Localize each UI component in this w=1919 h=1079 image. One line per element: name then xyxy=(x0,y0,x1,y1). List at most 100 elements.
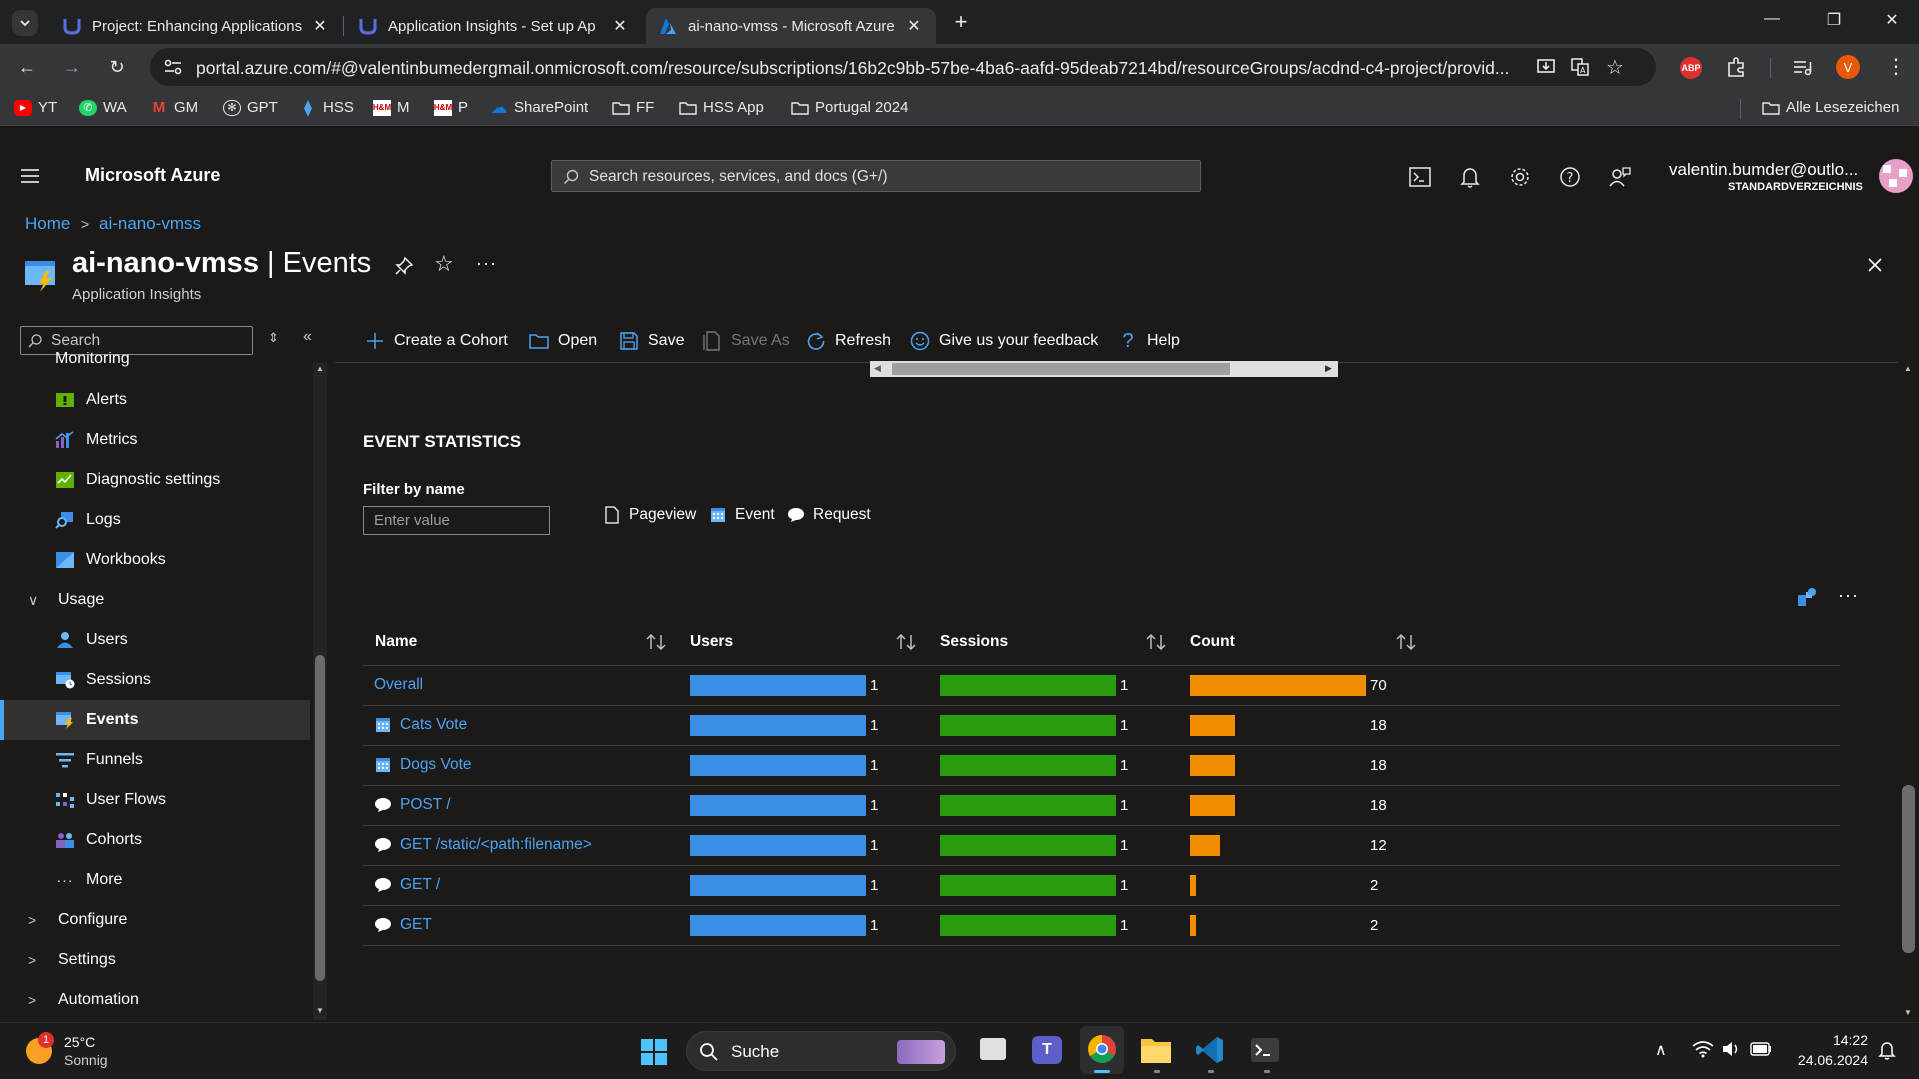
vscode-icon[interactable] xyxy=(1195,1035,1225,1065)
taskbar-search[interactable]: Suche xyxy=(686,1031,956,1071)
bookmark-folder-portugal[interactable]: Portugal 2024 xyxy=(791,99,908,116)
media-queue-icon[interactable] xyxy=(1792,57,1814,77)
column-header-users[interactable]: Users xyxy=(690,633,733,651)
nav-item-sessions[interactable]: Sessions xyxy=(0,660,310,700)
restore-icon[interactable]: ❐ xyxy=(1824,10,1844,30)
bookmark-gpt[interactable]: ✻ GPT xyxy=(223,99,278,116)
column-header-name[interactable]: Name xyxy=(375,633,417,651)
cloud-shell-icon[interactable] xyxy=(1407,165,1433,189)
account-avatar[interactable] xyxy=(1879,159,1913,193)
pin-icon[interactable] xyxy=(394,256,414,276)
help-button[interactable]: ? Help xyxy=(1117,328,1179,354)
sort-arrows-icon[interactable] xyxy=(645,632,667,652)
pin-to-dashboard-icon[interactable] xyxy=(1797,587,1817,607)
settings-gear-icon[interactable] xyxy=(1507,165,1533,189)
feedback-person-icon[interactable] xyxy=(1607,165,1633,189)
terminal-icon[interactable] xyxy=(1250,1036,1280,1064)
nav-item-cohorts[interactable]: Cohorts xyxy=(0,820,310,860)
main-scrollbar-thumb[interactable] xyxy=(1902,785,1915,953)
help-question-icon[interactable]: ? xyxy=(1557,165,1583,189)
close-blade-icon[interactable] xyxy=(1867,257,1883,273)
bookmark-gm[interactable]: M GM xyxy=(150,99,198,116)
clock-date[interactable]: 24.06.2024 xyxy=(1790,1052,1868,1068)
save-button[interactable]: Save xyxy=(618,328,684,354)
forward-arrow-icon[interactable]: → xyxy=(61,56,83,78)
collapse-nav-icon[interactable]: « xyxy=(303,328,312,346)
browser-menu-icon[interactable]: ⋮ xyxy=(1886,54,1906,79)
sort-arrows-icon[interactable] xyxy=(1145,632,1167,652)
extensions-puzzle-icon[interactable] xyxy=(1725,56,1747,78)
teams-icon[interactable]: T xyxy=(1032,1036,1062,1064)
nav-item-logs[interactable]: Logs xyxy=(0,500,310,540)
browser-tab-1[interactable]: Project: Enhancing Applications ✕ xyxy=(50,8,344,44)
close-icon[interactable]: ✕ xyxy=(610,16,630,36)
table-more-options-icon[interactable]: ··· xyxy=(1838,585,1859,606)
nav-item-metrics[interactable]: Metrics xyxy=(0,420,310,460)
sort-arrows-icon[interactable] xyxy=(895,632,917,652)
nav-item-alerts[interactable]: Alerts xyxy=(0,380,310,420)
close-icon[interactable]: ✕ xyxy=(310,16,330,36)
wifi-icon[interactable] xyxy=(1692,1040,1714,1058)
azure-brand[interactable]: Microsoft Azure xyxy=(85,165,220,186)
nav-item-diagnostic-settings[interactable]: Diagnostic settings xyxy=(0,460,310,500)
weather-widget[interactable]: 1 25°C Sonnig xyxy=(26,1032,156,1072)
filter-by-name-input[interactable] xyxy=(363,506,550,535)
create-cohort-button[interactable]: Create a Cohort xyxy=(364,328,508,354)
notification-bell-icon[interactable] xyxy=(1878,1040,1896,1060)
notifications-bell-icon[interactable] xyxy=(1457,165,1483,189)
adblock-icon[interactable]: ABP xyxy=(1680,57,1702,79)
table-row-name-link[interactable]: GET /static/<path:filename> xyxy=(374,825,592,865)
nav-search-input[interactable]: Search xyxy=(20,326,253,355)
browser-tab-3-active[interactable]: ai-nano-vmss - Microsoft Azure ✕ xyxy=(646,8,936,44)
close-window-icon[interactable]: ✕ xyxy=(1882,10,1902,30)
column-header-count[interactable]: Count xyxy=(1190,633,1235,651)
minimize-icon[interactable]: — xyxy=(1762,10,1782,30)
bookmark-p[interactable]: H&M P xyxy=(434,99,468,116)
show-hidden-icons-chevron-icon[interactable]: ∧ xyxy=(1655,1040,1667,1060)
bookmark-m[interactable]: H&M M xyxy=(373,99,410,116)
profile-avatar[interactable]: V xyxy=(1836,55,1860,79)
more-options-icon[interactable]: ··· xyxy=(476,253,497,274)
bookmark-folder-hss-app[interactable]: HSS App xyxy=(679,99,764,116)
nav-item-funnels[interactable]: Funnels xyxy=(0,740,310,780)
address-bar[interactable]: portal.azure.com/#@valentinbumedergmail.… xyxy=(150,48,1656,86)
windows-start-icon[interactable] xyxy=(640,1038,668,1066)
scroll-up-arrow-icon[interactable]: ▲ xyxy=(1904,364,1912,373)
translate-icon[interactable]: A xyxy=(1570,57,1590,77)
scroll-left-arrow-icon[interactable]: ◀ xyxy=(874,363,881,374)
favorite-star-icon[interactable]: ☆ xyxy=(434,251,454,277)
table-row-name-link[interactable]: Overall xyxy=(374,665,423,705)
nav-item-workbooks[interactable]: Workbooks xyxy=(0,540,310,580)
nav-group-usage[interactable]: ∨ Usage xyxy=(0,580,310,620)
scroll-right-arrow-icon[interactable]: ▶ xyxy=(1325,363,1332,374)
hamburger-menu-icon[interactable] xyxy=(20,168,40,184)
save-as-button[interactable]: Save As xyxy=(701,328,790,354)
chrome-taskbar-button[interactable] xyxy=(1080,1026,1124,1074)
nav-item-more[interactable]: ··· More xyxy=(0,860,310,900)
bookmark-hss[interactable]: ⧫ HSS xyxy=(299,99,354,117)
scroll-up-arrow-icon[interactable]: ▲ xyxy=(316,364,324,373)
column-header-sessions[interactable]: Sessions xyxy=(940,633,1008,651)
nav-item-events[interactable]: Events xyxy=(0,700,310,740)
nav-item-users[interactable]: Users xyxy=(0,620,310,660)
bookmark-wa[interactable]: ✆ WA xyxy=(79,99,127,116)
back-arrow-icon[interactable]: ← xyxy=(16,56,38,78)
bookmark-folder-ff[interactable]: FF xyxy=(612,99,654,116)
table-row-name-link[interactable]: GET xyxy=(374,905,432,945)
sort-arrows-icon[interactable] xyxy=(1395,632,1417,652)
task-view-icon[interactable] xyxy=(980,1038,1006,1060)
feedback-button[interactable]: Give us your feedback xyxy=(909,328,1098,354)
bookmark-sharepoint[interactable]: ☁ SharePoint xyxy=(490,98,589,117)
table-row-name-link[interactable]: Dogs Vote xyxy=(374,745,472,785)
azure-global-search[interactable]: Search resources, services, and docs (G+… xyxy=(551,160,1201,192)
bookmark-yt[interactable]: ▶ YT xyxy=(14,99,57,116)
clock-time[interactable]: 14:22 xyxy=(1798,1032,1868,1048)
nav-group-monitoring-cut[interactable]: Monitoring xyxy=(55,352,130,368)
horizontal-scrollbar-thumb[interactable] xyxy=(892,363,1230,375)
browser-tab-2[interactable]: Application Insights - Set up Ap ✕ xyxy=(346,8,642,44)
battery-icon[interactable] xyxy=(1750,1042,1772,1056)
breadcrumb-resource[interactable]: ai-nano-vmss xyxy=(99,214,201,234)
tab-search-button[interactable] xyxy=(12,10,38,36)
breadcrumb-home[interactable]: Home xyxy=(25,214,70,234)
scroll-down-arrow-icon[interactable]: ▼ xyxy=(1904,1008,1912,1017)
